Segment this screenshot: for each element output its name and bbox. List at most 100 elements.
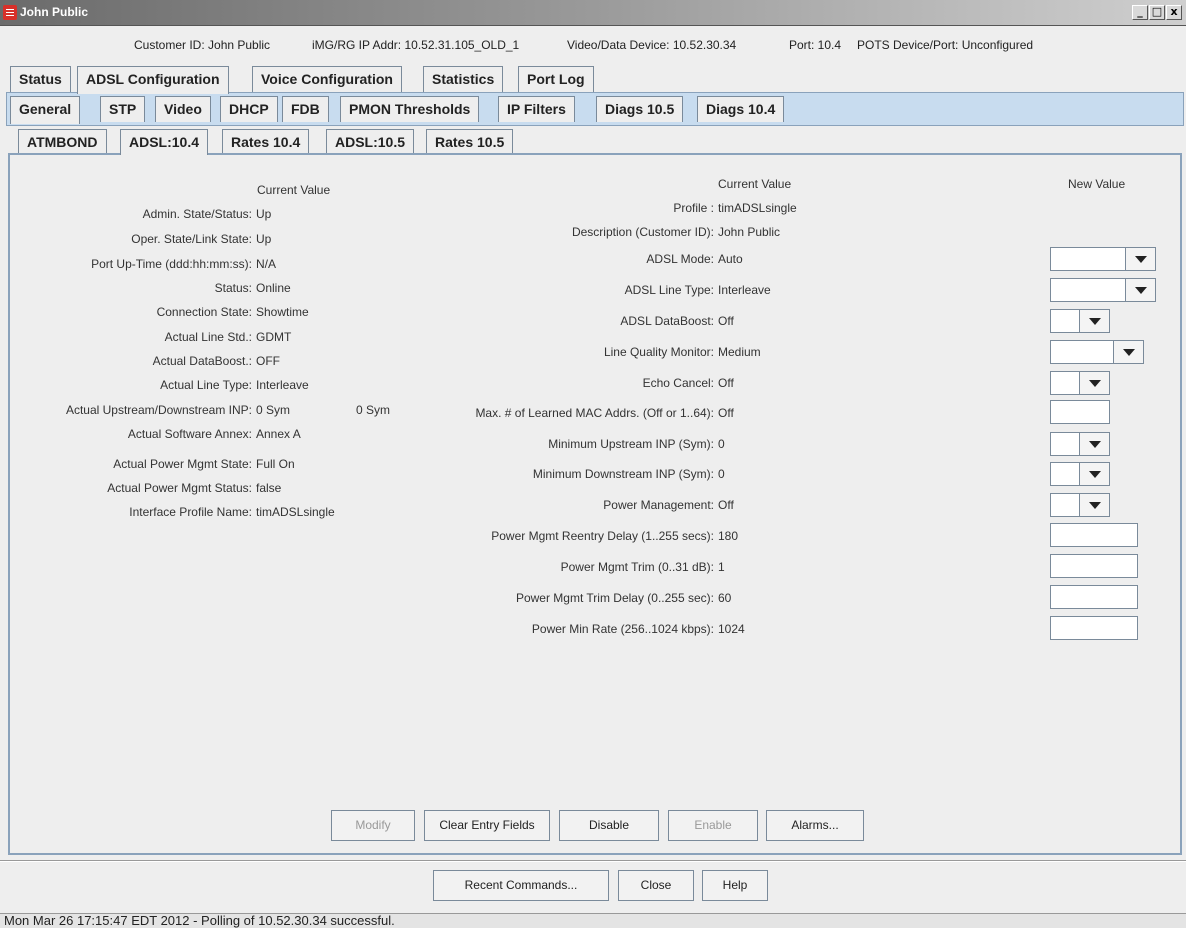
chevron-down-icon[interactable] (1079, 463, 1109, 485)
tab-status[interactable]: Status (10, 66, 71, 92)
status-bar: Mon Mar 26 17:15:47 EDT 2012 - Polling o… (0, 913, 1186, 928)
min-upstream-inp-label: Minimum Upstream INP (Sym): (548, 437, 714, 451)
adsl-line-type-label: ADSL Line Type: (624, 283, 714, 297)
close-button[interactable]: Close (618, 870, 694, 901)
max-learned-mac-input[interactable] (1050, 400, 1110, 424)
power-trim-value: 1 (718, 560, 725, 574)
port-uptime-value: N/A (256, 257, 277, 271)
tab-port-log[interactable]: Port Log (518, 66, 594, 92)
min-downstream-inp-label: Minimum Downstream INP (Sym): (532, 467, 714, 481)
app-icon (3, 5, 17, 20)
power-reentry-delay-value: 180 (718, 529, 739, 543)
adsl-databoost-select[interactable] (1050, 309, 1110, 333)
tab-adsl-configuration[interactable]: ADSL Configuration (77, 66, 229, 94)
customer-id-text: Customer ID: John Public (134, 38, 271, 52)
tab-adsl-10-4[interactable]: ADSL:10.4 (120, 129, 209, 155)
profile-label: Profile : (673, 201, 714, 215)
oper-state-value: Up (256, 232, 272, 246)
actual-line-std-value: GDMT (256, 330, 292, 344)
chevron-down-icon[interactable] (1079, 433, 1109, 455)
power-management-select[interactable] (1050, 493, 1110, 517)
adsl-databoost-label: ADSL DataBoost: (620, 314, 714, 328)
admin-state-value: Up (256, 207, 272, 221)
title-bar[interactable]: John Public _ □ x (0, 0, 1186, 26)
tab-diags-10-5[interactable]: Diags 10.5 (596, 96, 684, 122)
close-window-button[interactable]: x (1166, 5, 1182, 20)
max-learned-mac-value: Off (718, 406, 734, 420)
chevron-down-icon[interactable] (1079, 372, 1109, 394)
tab-general[interactable]: General (10, 96, 81, 124)
adsl-mode-select[interactable] (1050, 247, 1156, 271)
actual-line-type-value: Interleave (256, 378, 309, 392)
connection-state-value: Showtime (256, 305, 309, 319)
tab-dhcp[interactable]: DHCP (220, 96, 278, 122)
tab-fdb[interactable]: FDB (282, 96, 329, 122)
sub-tab-row: General STP Video DHCP FDB PMON Threshol… (0, 94, 1186, 124)
chevron-down-icon[interactable] (1125, 248, 1155, 270)
power-management-value: Off (718, 498, 734, 512)
actual-upstream-inp-value: 0 Sym (256, 403, 291, 417)
video-data-device-text: Video/Data Device: 10.52.30.34 (567, 38, 737, 52)
power-reentry-delay-input[interactable] (1050, 523, 1138, 547)
disable-button[interactable]: Disable (559, 810, 659, 841)
actual-inp-label: Actual Upstream/Downstream INP: (65, 403, 252, 417)
actual-line-type-label: Actual Line Type: (160, 378, 252, 392)
tab-diags-10-4[interactable]: Diags 10.4 (697, 96, 785, 122)
line-quality-monitor-value: Medium (718, 345, 761, 359)
tab-statistics[interactable]: Statistics (423, 66, 504, 92)
main-tab-row: Status ADSL Configuration Voice Configur… (0, 64, 1186, 94)
power-mgmt-status-label: Actual Power Mgmt Status: (107, 481, 252, 495)
software-annex-value: Annex A (256, 427, 301, 441)
connection-state-label: Connection State: (156, 305, 252, 319)
echo-cancel-label: Echo Cancel: (642, 376, 714, 390)
modify-button[interactable]: Modify (331, 810, 415, 841)
adsl-line-type-select[interactable] (1050, 278, 1156, 302)
adsl-line-type-value: Interleave (718, 283, 771, 297)
power-mgmt-state-label: Actual Power Mgmt State: (113, 457, 252, 471)
tab-adsl-10-5[interactable]: ADSL:10.5 (326, 129, 415, 154)
recent-commands-button[interactable]: Recent Commands... (433, 870, 609, 901)
description-value: John Public (718, 225, 781, 239)
tab-voice-configuration[interactable]: Voice Configuration (252, 66, 402, 92)
chevron-down-icon[interactable] (1113, 341, 1143, 363)
help-button[interactable]: Help (702, 870, 768, 901)
minimize-button[interactable]: _ (1132, 5, 1148, 20)
actual-databoost-label: Actual DataBoost.: (152, 354, 252, 368)
port-text: Port: 10.4 (789, 38, 842, 52)
power-min-rate-input[interactable] (1050, 616, 1138, 640)
interface-profile-value: timADSLsingle (256, 505, 335, 519)
echo-cancel-value: Off (718, 376, 734, 390)
port-uptime-label: Port Up-Time (ddd:hh:mm:ss): (91, 257, 252, 271)
enable-button[interactable]: Enable (668, 810, 758, 841)
alarms-button[interactable]: Alarms... (766, 810, 864, 841)
power-trim-delay-value: 60 (718, 591, 732, 605)
tab-atmbond[interactable]: ATMBOND (18, 129, 107, 154)
tab-video[interactable]: Video (155, 96, 211, 122)
adsl-databoost-value: Off (718, 314, 734, 328)
power-trim-input[interactable] (1050, 554, 1138, 578)
interface-profile-label: Interface Profile Name: (129, 505, 252, 519)
power-management-label: Power Management: (603, 498, 714, 512)
maximize-button[interactable]: □ (1149, 5, 1165, 20)
chevron-down-icon[interactable] (1125, 279, 1155, 301)
echo-cancel-select[interactable] (1050, 371, 1110, 395)
description-label: Description (Customer ID): (571, 225, 714, 239)
chevron-down-icon[interactable] (1079, 494, 1109, 516)
tab-stp[interactable]: STP (100, 96, 146, 122)
min-upstream-inp-select[interactable] (1050, 432, 1110, 456)
line-quality-monitor-label: Line Quality Monitor: (603, 345, 714, 359)
actual-downstream-inp-value: 0 Sym (356, 403, 391, 417)
software-annex-label: Actual Software Annex: (127, 427, 252, 441)
line-quality-monitor-select[interactable] (1050, 340, 1144, 364)
power-trim-delay-input[interactable] (1050, 585, 1138, 609)
tab-ip-filters[interactable]: IP Filters (498, 96, 575, 122)
clear-entry-fields-button[interactable]: Clear Entry Fields (424, 810, 550, 841)
tab-rates-10-5[interactable]: Rates 10.5 (426, 129, 514, 154)
min-downstream-inp-select[interactable] (1050, 462, 1110, 486)
tab-pmon-thresholds[interactable]: PMON Thresholds (340, 96, 480, 122)
chevron-down-icon[interactable] (1079, 310, 1109, 332)
window-title: John Public (20, 5, 89, 19)
tab-rates-10-4[interactable]: Rates 10.4 (222, 129, 310, 154)
power-min-rate-value: 1024 (718, 622, 745, 636)
actual-databoost-value: OFF (256, 354, 280, 368)
